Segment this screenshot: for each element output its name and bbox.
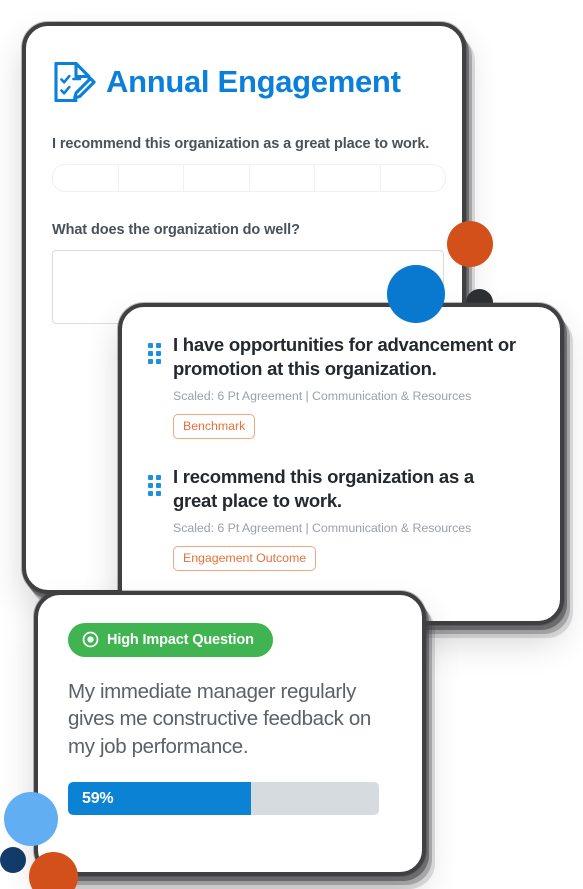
- scale-option-6[interactable]: [381, 165, 446, 191]
- document-checklist-pencil-icon: [52, 58, 96, 106]
- scale-option-4[interactable]: [250, 165, 315, 191]
- scale-option-1[interactable]: [53, 165, 119, 191]
- survey-question-1-label: I recommend this organization as a great…: [52, 136, 430, 152]
- question-title: I have opportunities for advancement or …: [173, 334, 516, 380]
- survey-header: Annual Engagement: [52, 58, 438, 106]
- target-dot-icon: [82, 631, 99, 648]
- decorative-dot-light-blue: [4, 792, 58, 846]
- illustration-stage: Annual Engagement I recommend this organ…: [0, 0, 583, 889]
- question-meta: Scaled: 6 Pt Agreement | Communication &…: [173, 388, 472, 403]
- question-title: I recommend this organization as a great…: [173, 465, 474, 512]
- high-impact-badge-label: High Impact Question: [107, 631, 254, 648]
- question-list-card: I have opportunities for advancement or …: [118, 303, 564, 625]
- progress-bar-value: 59%: [82, 789, 114, 807]
- question-body: I have opportunities for advancement or …: [173, 333, 534, 439]
- drag-grip-icon[interactable]: [148, 343, 161, 439]
- decorative-dot-navy: [0, 847, 26, 873]
- high-impact-question-card: High Impact Question My immediate manage…: [34, 591, 426, 876]
- decorative-dot-blue: [387, 265, 445, 323]
- impact-question-text: My immediate manager regularly gives me …: [68, 680, 371, 758]
- question-meta: Scaled: 6 Pt Agreement | Communication &…: [173, 520, 472, 535]
- high-impact-badge: High Impact Question: [68, 623, 273, 657]
- question-body: I recommend this organization as a great…: [173, 465, 534, 571]
- survey-question-2-label: What does the organization do well?: [52, 222, 300, 238]
- decorative-dot-orange: [447, 221, 493, 267]
- scale-option-5[interactable]: [315, 165, 381, 191]
- status-badge[interactable]: Benchmark: [173, 413, 256, 439]
- progress-bar: 59%: [68, 781, 379, 815]
- scale-option-3[interactable]: [184, 165, 250, 191]
- status-badge[interactable]: Engagement Outcome: [173, 545, 317, 571]
- scale-option-2[interactable]: [119, 165, 184, 191]
- drag-grip-icon[interactable]: [148, 474, 161, 571]
- list-item[interactable]: I recommend this organization as a great…: [148, 465, 534, 571]
- rating-scale-6pt[interactable]: [52, 164, 446, 192]
- list-item[interactable]: I have opportunities for advancement or …: [148, 333, 534, 439]
- survey-title: Annual Engagement: [106, 64, 401, 99]
